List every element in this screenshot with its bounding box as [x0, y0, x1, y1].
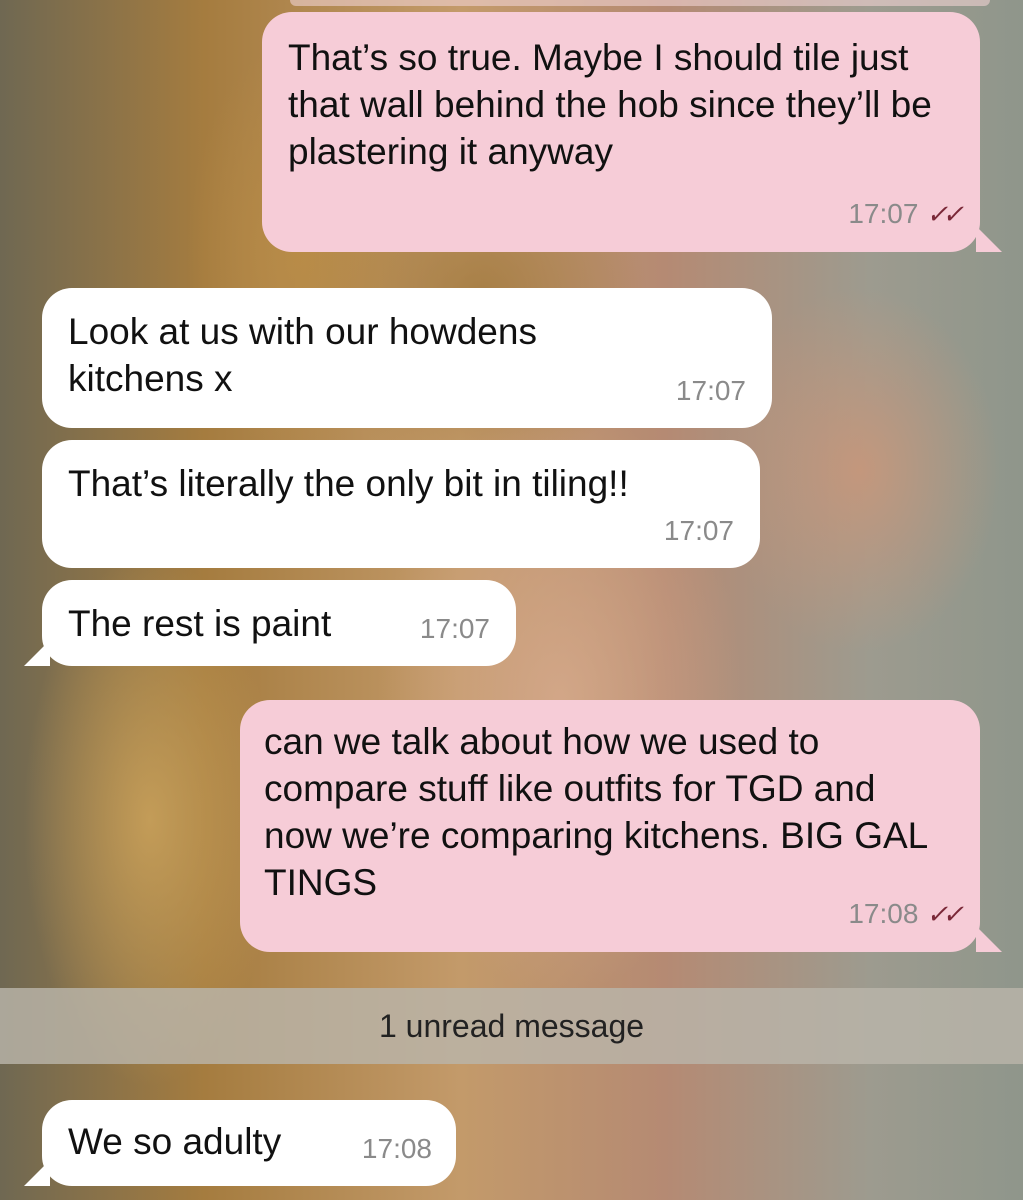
message-bubble-incoming[interactable]: Look at us with our howdens kitchens x 1…	[42, 288, 772, 428]
unread-divider: 1 unread message	[0, 988, 1023, 1064]
double-check-icon: ✓✓	[926, 899, 963, 929]
message-bubble-outgoing[interactable]: That’s so true. Maybe I should tile just…	[262, 12, 980, 252]
message-text: That’s so true. Maybe I should tile just…	[288, 37, 932, 172]
bubble-tail	[24, 640, 50, 666]
previous-message-edge	[290, 0, 990, 6]
message-text: That’s literally the only bit in tiling!…	[68, 463, 629, 504]
message-bubble-incoming[interactable]: The rest is paint 17:07	[42, 580, 516, 666]
unread-divider-label: 1 unread message	[378, 1007, 645, 1044]
message-text: Look at us with our howdens kitchens x	[68, 311, 537, 399]
bubble-tail	[976, 926, 1002, 952]
bubble-tail	[976, 226, 1002, 252]
message-time: 17:07	[675, 375, 746, 406]
double-check-icon: ✓✓	[926, 199, 963, 229]
message-text: can we talk about how we used to compare…	[264, 721, 927, 903]
message-bubble-outgoing[interactable]: can we talk about how we used to compare…	[240, 700, 980, 952]
bubble-tail	[24, 1160, 50, 1186]
message-bubble-incoming[interactable]: We so adulty 17:08	[42, 1100, 456, 1186]
message-bubble-incoming[interactable]: That’s literally the only bit in tiling!…	[42, 440, 760, 568]
message-time: 17:08	[361, 1133, 432, 1164]
message-time: 17:07	[848, 198, 919, 229]
message-time: 17:08	[848, 898, 919, 929]
message-time: 17:07	[663, 515, 734, 546]
message-time: 17:07	[419, 613, 490, 644]
